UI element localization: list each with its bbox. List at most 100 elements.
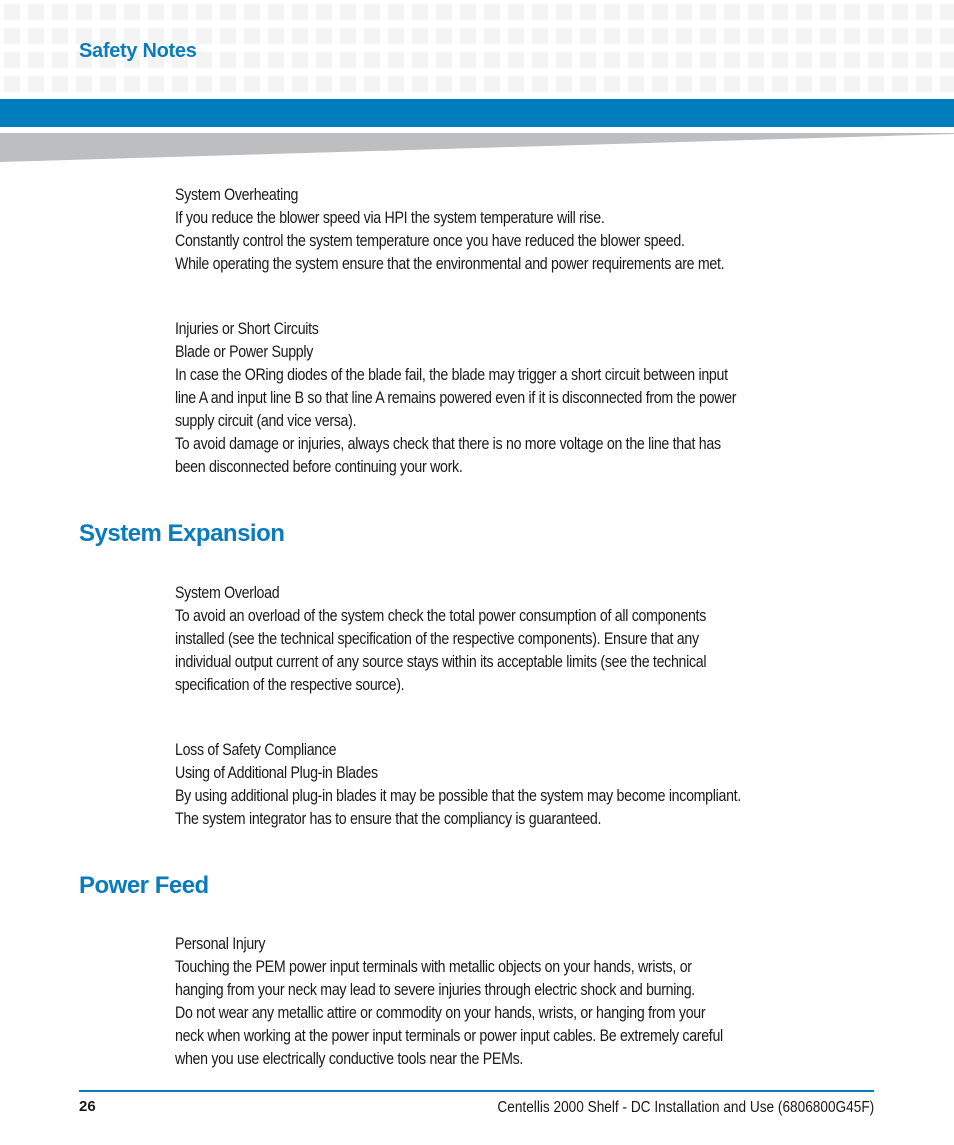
grid-square [604, 4, 620, 20]
grid-square [292, 52, 308, 68]
grid-square [244, 4, 260, 20]
grid-square [652, 52, 668, 68]
notice-line: been disconnected before continuing your… [175, 458, 463, 476]
grid-square [484, 52, 500, 68]
header-gray-wedge [0, 133, 954, 162]
grid-square [76, 4, 92, 20]
grid-square [820, 4, 836, 20]
grid-square [316, 52, 332, 68]
grid-square [412, 52, 428, 68]
notice-line: supply circuit (and vice versa). [175, 412, 357, 430]
grid-square [412, 76, 428, 92]
grid-square [724, 4, 740, 20]
grid-square [772, 4, 788, 20]
notice-line: By using additional plug-in blades it ma… [175, 787, 741, 805]
grid-square [28, 4, 44, 20]
notice-line: neck when working at the power input ter… [175, 1027, 723, 1045]
grid-square [604, 52, 620, 68]
grid-square [892, 76, 908, 92]
notice-system-overheating: System Overheating If you reduce the blo… [175, 184, 875, 276]
grid-square [484, 76, 500, 92]
grid-square [340, 76, 356, 92]
grid-square [292, 4, 308, 20]
grid-square [508, 52, 524, 68]
grid-square [652, 4, 668, 20]
grid-square [748, 52, 764, 68]
notice-title: Personal Injury [175, 935, 266, 953]
grid-square [700, 28, 716, 44]
grid-square [604, 76, 620, 92]
grid-square [4, 52, 20, 68]
grid-square [916, 52, 932, 68]
notice-line: To avoid an overload of the system check… [175, 607, 706, 625]
grid-square [892, 28, 908, 44]
page-number: 26 [79, 1098, 96, 1115]
grid-square [316, 4, 332, 20]
grid-square [364, 76, 380, 92]
grid-square [796, 28, 812, 44]
grid-square [532, 52, 548, 68]
grid-square [244, 76, 260, 92]
grid-square [580, 4, 596, 20]
grid-square [700, 52, 716, 68]
grid-square [316, 76, 332, 92]
grid-square [652, 76, 668, 92]
grid-square [652, 28, 668, 44]
section-label: Safety Notes [79, 40, 197, 62]
grid-square [844, 76, 860, 92]
grid-square [364, 52, 380, 68]
grid-square [628, 52, 644, 68]
notice-line: Constantly control the system temperatur… [175, 232, 685, 250]
grid-square [76, 76, 92, 92]
grid-square [844, 28, 860, 44]
heading-power-feed: Power Feed [79, 872, 209, 899]
notice-personal-injury: Personal Injury Touching the PEM power i… [175, 933, 875, 1071]
grid-square [28, 28, 44, 44]
grid-square [796, 52, 812, 68]
grid-square [772, 28, 788, 44]
grid-square [820, 52, 836, 68]
grid-square [292, 76, 308, 92]
grid-square [244, 28, 260, 44]
grid-square [508, 4, 524, 20]
grid-square [628, 4, 644, 20]
grid-square [220, 4, 236, 20]
grid-square [580, 76, 596, 92]
grid-square [628, 28, 644, 44]
grid-square [340, 28, 356, 44]
grid-square [724, 76, 740, 92]
grid-square [100, 4, 116, 20]
grid-square [436, 52, 452, 68]
notice-line: individual output current of any source … [175, 653, 707, 671]
grid-square [292, 28, 308, 44]
grid-square [532, 4, 548, 20]
grid-square [700, 4, 716, 20]
grid-square [748, 76, 764, 92]
grid-square [532, 28, 548, 44]
grid-square [556, 4, 572, 20]
grid-square [220, 76, 236, 92]
grid-square [268, 52, 284, 68]
grid-square [220, 52, 236, 68]
grid-square [268, 4, 284, 20]
grid-square [388, 52, 404, 68]
grid-square [868, 76, 884, 92]
grid-square [268, 28, 284, 44]
grid-square [196, 76, 212, 92]
notice-title: Loss of Safety Compliance [175, 741, 337, 759]
notice-line: To avoid damage or injuries, always chec… [175, 435, 721, 453]
grid-square [220, 28, 236, 44]
notice-line: specification of the respective source). [175, 676, 405, 694]
grid-square [124, 76, 140, 92]
notice-title: Injuries or Short Circuits [175, 320, 319, 338]
header-blue-bar [0, 99, 954, 127]
grid-square [940, 52, 954, 68]
notice-line: installed (see the technical specificati… [175, 630, 699, 648]
grid-square [580, 28, 596, 44]
footer-rule [79, 1090, 874, 1092]
grid-square [868, 52, 884, 68]
grid-square [364, 4, 380, 20]
grid-square [556, 76, 572, 92]
notice-line: when you use electrically conductive too… [175, 1050, 524, 1068]
grid-square [100, 76, 116, 92]
